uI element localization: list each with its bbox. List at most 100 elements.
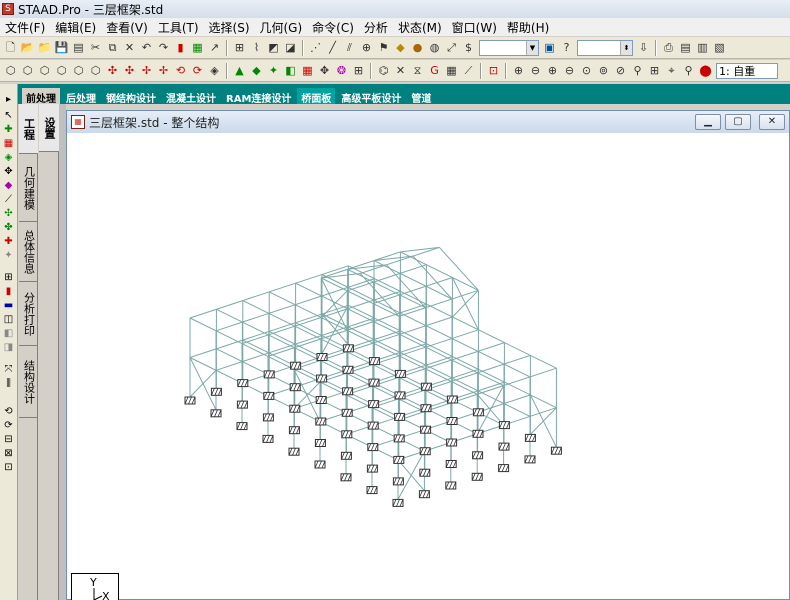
structure-member-icon[interactable]: ⟋ [461,63,476,79]
selection-combo[interactable]: ▼ [479,39,539,56]
member-query-icon[interactable]: ● [410,40,425,56]
side-tab-design[interactable]: 结构设计 [19,346,38,418]
plate-cursor-icon[interactable]: ◈ [2,152,15,164]
view-from-plus-y-icon[interactable]: ⬡ [71,63,86,79]
split-beam-icon[interactable]: ⫼ [2,378,15,390]
grid-tool-icon[interactable]: ▦ [190,40,205,56]
setup-tab[interactable]: 设置 [39,104,59,152]
display-properties-icon[interactable]: ✦ [266,63,281,79]
view-from-minus-y-icon[interactable]: ⬡ [88,63,103,79]
display-plates-icon[interactable]: ▦ [300,63,315,79]
menu-edit[interactable]: 编辑(E) [50,19,101,36]
page-control-splitter[interactable] [59,104,66,600]
spin-left-icon[interactable]: ⟲ [173,63,188,79]
spin-right-icon[interactable]: ⟳ [190,63,205,79]
open-folder-icon[interactable]: 📁 [37,40,52,56]
tab-preprocess[interactable]: 前处理 [22,88,60,105]
surface-cursor-icon[interactable]: ◆ [2,180,15,192]
view-from-plus-z-icon[interactable]: ⬡ [3,63,18,79]
solid-cursor-icon[interactable]: ✥ [2,166,15,178]
select-nodes-icon[interactable]: ⋰ [308,40,323,56]
menu-select[interactable]: 选择(S) [204,19,255,36]
tab-ram-connection[interactable]: RAM连接设计 [222,88,295,105]
menu-tools[interactable]: 工具(T) [153,19,204,36]
sphere-tool-icon[interactable]: ◍ [427,40,442,56]
report-setup-icon[interactable]: ▥ [695,40,710,56]
brace-member[interactable] [320,277,348,331]
display-options-icon[interactable]: ⊞ [647,63,662,79]
select-solids-icon[interactable]: ⊕ [359,40,374,56]
roof-ridge[interactable] [360,246,440,274]
zoom-window-icon[interactable]: ⊡ [486,63,501,79]
menu-mode[interactable]: 状态(M) [393,19,447,36]
restore-button[interactable]: ▢ [725,114,751,130]
color-drop-icon[interactable]: ⬤ [698,63,713,79]
menu-analysis[interactable]: 分析 [359,19,393,36]
pan-icon[interactable]: ⊘ [613,63,628,79]
structure-grid-icon[interactable]: G [427,63,442,79]
print-icon[interactable]: ⎙ [661,40,676,56]
page-control-icon[interactable]: ▸ [2,94,15,106]
mirror-icon[interactable]: ✚ [2,236,15,248]
geometry-run-icon[interactable]: ⟋ [2,194,15,206]
beam-member[interactable] [399,289,479,317]
rotate-geometry-icon[interactable]: ✦ [2,250,15,262]
select-beams-icon[interactable]: ╱ [325,40,340,56]
generate-surface-icon[interactable]: ⊡ [2,462,15,474]
zoom-previous-icon[interactable]: ⊖ [562,63,577,79]
view-from-minus-x-icon[interactable]: ⬡ [54,63,69,79]
zoom-all-icon[interactable]: ⊚ [596,63,611,79]
open-file-icon[interactable]: 📂 [20,40,35,56]
tab-bridge-deck[interactable]: 桥面板 [297,88,336,105]
display-members-icon[interactable]: ◧ [283,63,298,79]
tab-steel-design[interactable]: 钢结构设计 [102,88,160,105]
magnify-icon[interactable]: ⚲ [630,63,645,79]
go-tool-icon[interactable]: ⇩ [636,40,651,56]
structure-viewport[interactable] [67,133,789,599]
dollar-tool-icon[interactable]: $ [461,40,476,56]
rotate-up-icon[interactable]: ✣ [105,63,120,79]
beam-member[interactable] [373,277,453,305]
redo-icon[interactable]: ↷ [156,40,171,56]
plate-tool-icon[interactable]: ◩ [266,40,281,56]
zoom-in-icon[interactable]: ⊕ [511,63,526,79]
highlight-tool-icon[interactable]: ◆ [393,40,408,56]
label-tool-icon[interactable]: ⚑ [376,40,391,56]
intersect-beams-icon[interactable]: ◨ [2,342,15,354]
circular-repeat-icon[interactable]: ✤ [2,222,15,234]
structure-wireframe-icon[interactable]: ⌬ [376,63,391,79]
display-supports-icon[interactable]: ◆ [249,63,264,79]
tab-piping[interactable]: 管道 [407,88,435,105]
search-icon[interactable]: ⚲ [681,63,696,79]
delete-icon[interactable]: ✕ [122,40,137,56]
minimize-button[interactable]: ▁ [695,114,721,130]
red-tool-icon[interactable]: ▮ [173,40,188,56]
display-globe-icon[interactable]: ❂ [334,63,349,79]
select-pointer-icon[interactable]: ↖ [2,110,15,122]
isometric-view-icon[interactable]: ◈ [207,63,222,79]
dimension-tool-icon[interactable]: ⤢ [444,40,459,56]
report-icon[interactable]: ▤ [678,40,693,56]
side-tab-geometry[interactable]: 几何建模 [19,154,38,222]
menu-help[interactable]: 帮助(H) [502,19,554,36]
beam-tool-icon[interactable]: ⌇ [249,40,264,56]
rotate-down-icon[interactable]: ✣ [122,63,137,79]
print-preview-icon[interactable]: ▤ [71,40,86,56]
save-icon[interactable]: 💾 [54,40,69,56]
side-tab-general[interactable]: 总体信息 [19,222,38,282]
measure-icon[interactable]: ⌖ [664,63,679,79]
pointer-icon[interactable]: ↗ [207,40,222,56]
view-from-minus-z-icon[interactable]: ⬡ [20,63,35,79]
stretch-icon[interactable]: ⤧ [2,364,15,376]
copy-icon[interactable]: ⧉ [105,40,120,56]
structure-layer-icon[interactable]: ▦ [444,63,459,79]
zoom-dynamic-icon[interactable]: ⊕ [545,63,560,79]
display-grid-icon[interactable]: ⊞ [351,63,366,79]
structure-axes-icon[interactable]: ✕ [393,63,408,79]
rotate-left-icon[interactable]: ✢ [139,63,154,79]
generate-mesh-icon[interactable]: ⊠ [2,448,15,460]
load-case-select[interactable]: 1: 自重 [716,62,778,79]
add-solid-icon[interactable]: ◫ [2,314,15,326]
display-loads-icon[interactable]: ▲ [232,63,247,79]
side-tab-project[interactable]: 工程 [19,104,38,154]
